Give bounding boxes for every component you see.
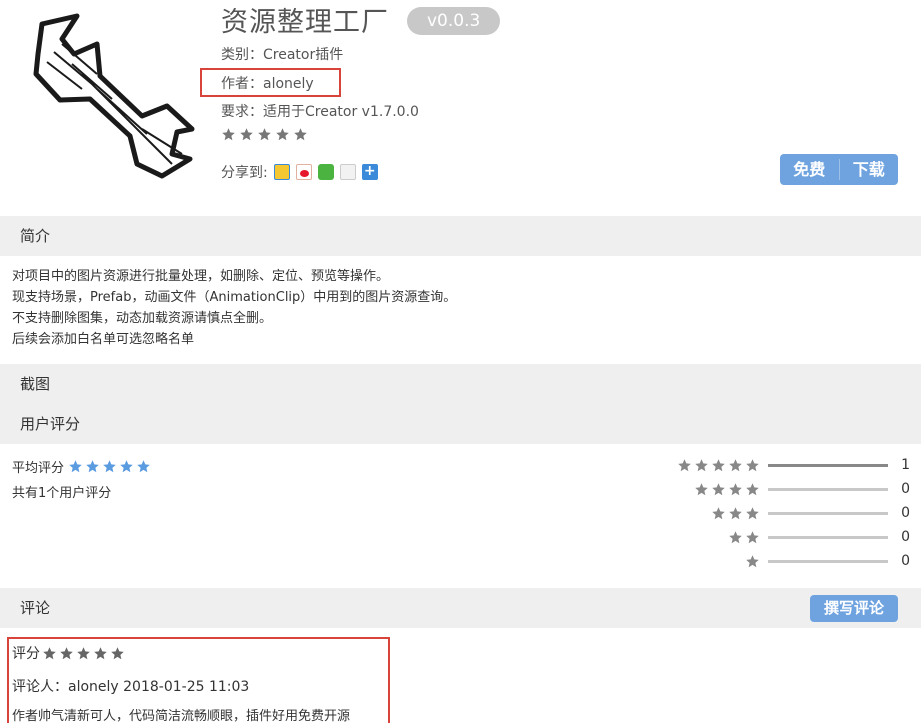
distribution-bar — [768, 487, 888, 491]
author-label: 作者：alonely — [221, 76, 314, 92]
star-icon — [711, 506, 726, 521]
distribution-stars — [711, 506, 760, 521]
rating-count: 共有1个用户评分 — [12, 486, 112, 501]
star-icon — [711, 482, 726, 497]
more-icon[interactable]: + — [361, 164, 378, 180]
average-label: 平均评分 — [12, 461, 65, 476]
distribution-count: 0 — [901, 481, 910, 497]
download-label: 下载 — [852, 160, 885, 179]
star-icon — [275, 127, 290, 142]
star-icon — [93, 646, 108, 661]
intro-text: 对项目中的图片资源进行批量处理，如删除、定位、预览等操作。 现支持场景，Pref… — [12, 266, 456, 350]
average-stars — [68, 459, 151, 474]
star-icon — [677, 458, 692, 473]
plugin-rating-stars — [221, 127, 308, 142]
distribution-count: 1 — [901, 457, 910, 473]
requirement-label: 要求：适用于Creator v1.7.0.0 — [221, 104, 419, 120]
distribution-count: 0 — [901, 529, 910, 545]
download-button[interactable]: 免费 下载 — [780, 154, 898, 185]
section-comments: 评论 — [0, 588, 921, 628]
review-score: 评分 — [12, 643, 125, 663]
star-icon — [221, 127, 236, 142]
distribution-row-5: 1 — [677, 455, 910, 475]
star-icon — [745, 530, 760, 545]
distribution-stars — [677, 458, 760, 473]
star-icon — [745, 458, 760, 473]
review-author: 评论人：alonely 2018-01-25 11:03 — [12, 679, 250, 695]
star-icon — [728, 506, 743, 521]
plugin-header: 资源整理工厂 v0.0.3 类别：Creator插件 作者：alonely 要求… — [0, 0, 921, 215]
distribution-row-2: 0 — [728, 527, 910, 547]
intro-line: 对项目中的图片资源进行批量处理，如删除、定位、预览等操作。 — [12, 269, 390, 284]
star-icon — [68, 459, 83, 474]
star-icon — [59, 646, 74, 661]
star-icon — [119, 459, 134, 474]
section-intro: 简介 — [0, 216, 921, 256]
star-icon — [728, 458, 743, 473]
distribution-bar — [768, 511, 888, 515]
review-score-label: 评分 — [12, 646, 40, 662]
version-badge: v0.0.3 — [407, 7, 501, 35]
distribution-stars — [728, 530, 760, 545]
star-icon — [745, 482, 760, 497]
star-icon — [76, 646, 91, 661]
section-screenshots: 截图 — [0, 364, 921, 404]
distribution-bar — [768, 463, 888, 467]
intro-line: 现支持场景，Prefab，动画文件（AnimationClip）中用到的图片资源… — [12, 290, 457, 305]
distribution-row-3: 0 — [711, 503, 910, 523]
copy-icon[interactable] — [339, 164, 356, 180]
review-stars — [42, 646, 125, 661]
star-icon — [293, 127, 308, 142]
star-icon — [694, 458, 709, 473]
intro-line: 后续会添加白名单可选忽略名单 — [12, 332, 195, 347]
distribution-count: 0 — [901, 505, 910, 521]
distribution-row-4: 0 — [694, 479, 910, 499]
star-icon — [728, 530, 743, 545]
star-icon — [110, 646, 125, 661]
wrench-icon — [33, 13, 195, 179]
star-icon — [694, 482, 709, 497]
average-rating: 平均评分 — [12, 457, 151, 476]
star-icon — [239, 127, 254, 142]
distribution-stars — [694, 482, 760, 497]
category-label: 类别：Creator插件 — [221, 47, 344, 63]
distribution-bar — [768, 559, 888, 563]
qzone-icon[interactable] — [273, 164, 290, 180]
star-icon — [102, 459, 117, 474]
wechat-icon[interactable] — [317, 164, 334, 180]
intro-line: 不支持删除图集，动态加载资源请慎点全删。 — [12, 311, 273, 326]
share-label: 分享到: — [221, 165, 268, 181]
plugin-title: 资源整理工厂 — [221, 7, 389, 38]
distribution-bar-fill — [768, 463, 888, 467]
star-icon — [42, 646, 57, 661]
distribution-row-1: 0 — [745, 551, 910, 571]
write-review-button[interactable]: 撰写评论 — [810, 595, 898, 622]
star-icon — [728, 482, 743, 497]
star-icon — [136, 459, 151, 474]
review-body: 作者帅气清新可人，代码简洁流畅顺眼，插件好用免费开源 — [12, 709, 351, 723]
weibo-icon[interactable] — [295, 164, 312, 180]
section-user-rating: 用户评分 — [0, 404, 921, 444]
star-icon — [711, 458, 726, 473]
free-label: 免费 — [793, 160, 826, 179]
star-icon — [257, 127, 272, 142]
star-icon — [745, 554, 760, 569]
distribution-stars — [745, 554, 760, 569]
share-row: 分享到: + — [221, 162, 378, 182]
star-icon — [745, 506, 760, 521]
star-icon — [85, 459, 100, 474]
distribution-bar — [768, 535, 888, 539]
distribution-count: 0 — [901, 553, 910, 569]
